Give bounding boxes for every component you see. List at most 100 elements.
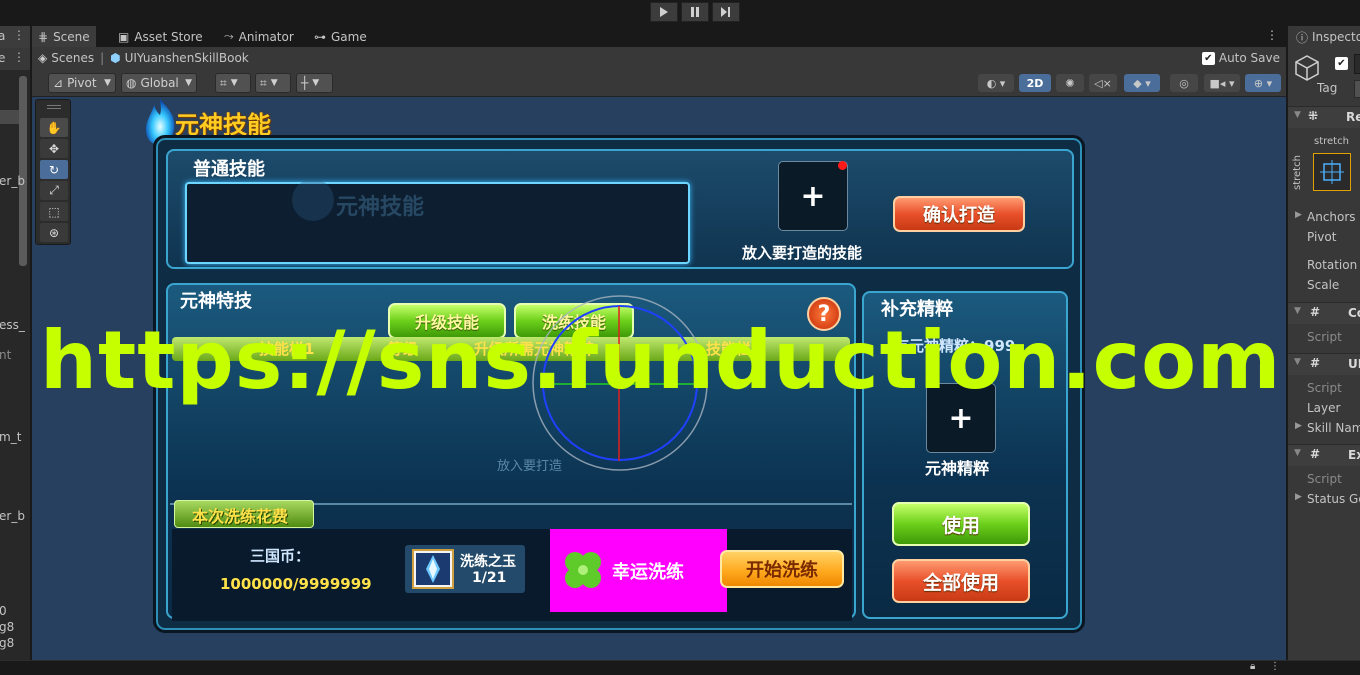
grid-icon: ⋕ xyxy=(38,29,49,44)
use-button[interactable]: 使用 xyxy=(892,502,1030,546)
jade-icon xyxy=(412,549,454,589)
shading-dropdown[interactable]: ◐ ▾ xyxy=(978,74,1014,92)
chevron-down-icon: ▼ xyxy=(104,78,111,88)
hierarchy-item[interactable]: er_b xyxy=(0,174,25,188)
skill-name-field[interactable] xyxy=(185,182,690,264)
start-refine-button[interactable]: 开始洗练 xyxy=(720,550,844,588)
anchor-preset-icon[interactable] xyxy=(1313,153,1351,191)
scrollbar-thumb[interactable] xyxy=(19,76,27,266)
name-field[interactable] xyxy=(1354,54,1360,74)
tag-label: Tag xyxy=(1317,81,1338,95)
transform-tool-icon[interactable]: ⊛ xyxy=(40,223,68,242)
tag-dropdown[interactable] xyxy=(1354,80,1360,98)
inspector-row: Script xyxy=(1307,330,1342,344)
tab-label: Game xyxy=(331,29,367,44)
camera-dropdown[interactable]: ■◂ ▾ xyxy=(1204,74,1240,92)
tab-game[interactable]: ⊶ Game xyxy=(308,26,373,47)
more-icon[interactable]: ⋮ xyxy=(1270,661,1280,672)
increment-snap-dropdown[interactable]: ⌗ ▼ xyxy=(255,73,291,93)
breadcrumb-current[interactable]: UIYuanshenSkillBook xyxy=(125,51,249,65)
step-icon[interactable] xyxy=(712,2,740,22)
inspector-row[interactable]: Anchors xyxy=(1307,210,1356,224)
animator-icon: ⤳ xyxy=(224,29,234,43)
caret-right-icon[interactable]: ▶ xyxy=(1295,210,1302,220)
caret-right-icon[interactable]: ▶ xyxy=(1295,492,1302,502)
mode-2d-toggle[interactable]: 2D xyxy=(1019,74,1051,92)
main-toolbar xyxy=(0,0,1360,26)
component-title: UI xyxy=(1348,357,1360,371)
drag-handle[interactable] xyxy=(47,105,61,106)
scale-tool-icon[interactable]: ⤢ xyxy=(40,181,68,200)
breadcrumb-root[interactable]: Scenes xyxy=(51,51,94,65)
hierarchy-item[interactable]: m_t xyxy=(0,430,21,444)
skill-slot[interactable]: + xyxy=(778,161,848,231)
gizmos-dropdown[interactable]: ⊕ ▾ xyxy=(1245,74,1281,92)
inspector-row: Script xyxy=(1307,381,1342,395)
confirm-forge-button[interactable]: 确认打造 xyxy=(893,196,1025,232)
hierarchy-item[interactable]: nt xyxy=(0,348,11,362)
inspector-row: Layer xyxy=(1307,401,1341,415)
autosave-checkbox[interactable]: ✔ xyxy=(1201,51,1215,65)
script-icon: # xyxy=(1310,305,1321,319)
inspector-row[interactable]: Skill Name xyxy=(1307,421,1360,435)
tool-palette: ✋ ✥ ↻ ⤢ ⬚ ⊛ xyxy=(35,99,71,245)
cost-header: 本次洗练花费 xyxy=(192,507,289,526)
component-header[interactable]: ▼ # UI xyxy=(1288,353,1360,375)
ruler-dropdown[interactable]: ┼ ▼ xyxy=(296,73,333,93)
play-icon[interactable] xyxy=(650,2,678,22)
move-tool-icon[interactable]: ✥ xyxy=(40,139,68,158)
component-header[interactable]: ▼ # Ex xyxy=(1288,444,1360,466)
inspector-row: Rotation xyxy=(1307,258,1358,272)
inspector-panel: ⓘ Inspecto ✔ Tag ▼ ⁜ Re stretch stretch … xyxy=(1287,26,1360,660)
inspector-title: Inspecto xyxy=(1312,30,1360,44)
tab-animator[interactable]: ⤳ Animator xyxy=(218,26,300,47)
more-icon[interactable]: ⋮ xyxy=(13,28,25,42)
lock-icon[interactable]: 🔒︎ xyxy=(1250,661,1255,672)
hierarchy-item[interactable]: e xyxy=(0,51,5,65)
scene-toolbar: ⊿ Pivot ▼ ◍ Global ▼ ⌗ ▼ ⌗ ▼ ┼ ▼ ◐ ▾ 2D ✺ ◁× ◆ … xyxy=(32,69,1286,97)
stretch-label-vertical: stretch xyxy=(1292,155,1303,190)
inspector-tab[interactable]: ⓘ Inspecto xyxy=(1288,26,1360,48)
component-title: Re xyxy=(1346,110,1360,124)
tab-asset-store[interactable]: ▣ Asset Store xyxy=(112,26,209,47)
hierarchy-item[interactable]: ess_ xyxy=(0,318,25,332)
inspector-row: Script xyxy=(1307,472,1342,486)
clover-icon xyxy=(560,547,606,593)
rect-transform-header[interactable]: ▼ ⁜ Re xyxy=(1288,106,1360,128)
component-header[interactable]: ▼ # Co xyxy=(1288,302,1360,324)
hierarchy-item[interactable]: a xyxy=(0,29,5,43)
active-checkbox[interactable]: ✔ xyxy=(1335,57,1348,70)
lighting-toggle[interactable]: ✺ xyxy=(1056,74,1084,92)
tab-scene[interactable]: ⋕ Scene xyxy=(32,26,96,47)
hierarchy-item[interactable]: g8 xyxy=(0,620,14,634)
more-icon[interactable]: ⋮ xyxy=(13,50,25,64)
hierarchy-item[interactable]: g8 xyxy=(0,636,14,650)
component-title: Co xyxy=(1348,306,1360,320)
global-dropdown[interactable]: ◍ Global ▼ xyxy=(121,73,197,93)
rotate-tool-icon[interactable]: ↻ xyxy=(40,160,68,179)
info-icon: ⓘ xyxy=(1296,31,1309,45)
autosave-label: Auto Save xyxy=(1218,51,1280,65)
pause-icon[interactable] xyxy=(681,2,709,22)
tab-label: Scene xyxy=(53,29,90,44)
hand-tool-icon[interactable]: ✋ xyxy=(40,118,68,137)
hierarchy-item[interactable]: 0 xyxy=(0,604,7,618)
caret-right-icon[interactable]: ▶ xyxy=(1295,421,1302,431)
use-all-button[interactable]: 全部使用 xyxy=(892,559,1030,603)
watermark-text: https://sns.funduction.com xyxy=(40,314,1282,407)
visibility-toggle[interactable]: ◎ xyxy=(1170,74,1198,92)
inspector-row[interactable]: Status Go xyxy=(1307,492,1360,506)
audio-toggle[interactable]: ◁× xyxy=(1089,74,1117,92)
pivot-dropdown[interactable]: ⊿ Pivot ▼ xyxy=(48,73,116,93)
globe-icon: ◍ xyxy=(126,76,137,90)
ghost-flame-icon xyxy=(292,179,334,221)
eye-off-icon: ◎ xyxy=(1179,76,1189,90)
rect-tool-icon[interactable]: ⬚ xyxy=(40,202,68,221)
effects-dropdown[interactable]: ◆ ▾ xyxy=(1124,74,1160,92)
selected-row[interactable] xyxy=(0,110,20,124)
hierarchy-panel: a ⋮ e ⋮ er_b ess_ nt m_t er_b 0 g8 g8 xyxy=(0,26,31,660)
grid-snap-dropdown[interactable]: ⌗ ▼ xyxy=(215,73,251,93)
hierarchy-item[interactable]: er_b xyxy=(0,509,25,523)
hierarchy-search-row: e ⋮ xyxy=(0,48,30,70)
more-icon[interactable]: ⋮ xyxy=(1266,28,1278,42)
